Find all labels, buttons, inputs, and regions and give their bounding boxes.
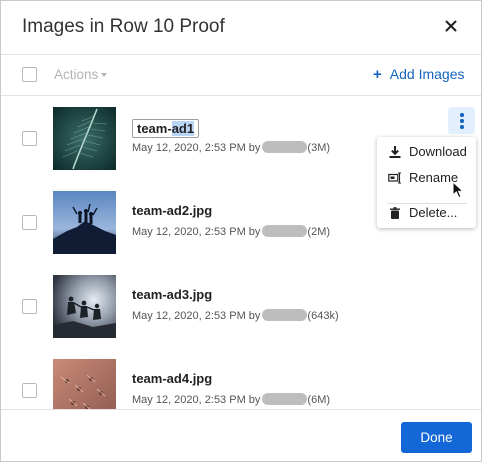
climbing-team-thumbnail xyxy=(53,275,116,338)
rename-icon xyxy=(388,172,401,184)
image-meta: May 12, 2020, 2:53 PM by (643k) xyxy=(132,309,339,322)
dialog-toolbar: Actions + Add Images xyxy=(1,56,481,96)
row-checkbox[interactable] xyxy=(22,131,37,146)
add-images-button[interactable]: + Add Images xyxy=(373,66,464,83)
close-button[interactable] xyxy=(439,14,463,38)
image-size: (3M) xyxy=(307,142,331,154)
mouse-cursor-icon xyxy=(452,181,465,199)
image-by: by xyxy=(248,310,261,322)
image-thumbnail[interactable] xyxy=(53,359,116,409)
menu-item-label: Download xyxy=(409,144,467,159)
caret-down-icon xyxy=(101,73,108,78)
rename-input[interactable]: team-ad1 xyxy=(132,119,200,138)
image-thumbnail[interactable] xyxy=(53,275,116,338)
mountain-team-thumbnail xyxy=(53,191,116,254)
image-by: by xyxy=(248,142,261,154)
redacted-user xyxy=(262,393,308,405)
menu-item-delete[interactable]: Delete... xyxy=(377,201,476,225)
image-meta: May 12, 2020, 2:53 PM by (3M) xyxy=(132,141,330,154)
image-thumbnail[interactable] xyxy=(53,191,116,254)
image-size: (643k) xyxy=(307,310,339,322)
image-by: by xyxy=(248,394,261,406)
rowing-team-thumbnail xyxy=(53,107,116,170)
sand-team-thumbnail xyxy=(53,359,116,409)
image-name: team-ad4.jpg xyxy=(132,371,213,386)
redacted-user xyxy=(262,225,308,237)
image-date: May 12, 2020, 2:53 PM xyxy=(132,142,246,154)
redacted-user xyxy=(262,309,308,321)
image-date: May 12, 2020, 2:53 PM xyxy=(132,394,246,406)
list-item: team-ad3.jpg May 12, 2020, 2:53 PM by (64… xyxy=(1,265,481,349)
select-all-checkbox[interactable] xyxy=(22,67,37,82)
image-name: team-ad3.jpg xyxy=(132,287,213,302)
done-button[interactable]: Done xyxy=(401,422,472,453)
more-options-button[interactable] xyxy=(448,107,475,134)
rename-text-selected: ad1 xyxy=(171,121,195,136)
image-size: (2M) xyxy=(307,226,331,238)
dialog-footer: Done xyxy=(1,409,481,461)
rename-text-unselected: team- xyxy=(137,121,172,136)
redacted-user xyxy=(262,141,308,153)
list-item: team-ad4.jpg May 12, 2020, 2:53 PM by (6M… xyxy=(1,349,481,409)
add-images-label: Add Images xyxy=(389,66,465,82)
row-checkbox[interactable] xyxy=(22,299,37,314)
trash-icon xyxy=(390,207,400,219)
menu-item-label: Rename xyxy=(409,170,459,185)
images-dialog: Images in Row 10 Proof Actions + Add Imag… xyxy=(0,0,482,462)
dialog-title: Images in Row 10 Proof xyxy=(22,16,225,37)
dialog-header: Images in Row 10 Proof xyxy=(1,1,481,55)
row-checkbox[interactable] xyxy=(22,215,37,230)
row-checkbox[interactable] xyxy=(22,383,37,398)
menu-item-download[interactable]: Download xyxy=(377,140,476,164)
download-icon xyxy=(389,146,401,158)
image-name: team-ad2.jpg xyxy=(132,203,213,218)
plus-icon: + xyxy=(373,66,382,83)
image-meta: May 12, 2020, 2:53 PM by (6M) xyxy=(132,393,330,406)
actions-label: Actions xyxy=(54,67,99,82)
image-meta: May 12, 2020, 2:53 PM by (2M) xyxy=(132,225,330,238)
actions-dropdown: Actions xyxy=(54,67,108,82)
menu-item-label: Delete... xyxy=(409,205,458,220)
image-thumbnail[interactable] xyxy=(53,107,116,170)
close-icon xyxy=(445,20,457,32)
image-size: (6M) xyxy=(307,394,331,406)
image-date: May 12, 2020, 2:53 PM xyxy=(132,310,246,322)
image-by: by xyxy=(248,226,261,238)
image-date: May 12, 2020, 2:53 PM xyxy=(132,226,246,238)
